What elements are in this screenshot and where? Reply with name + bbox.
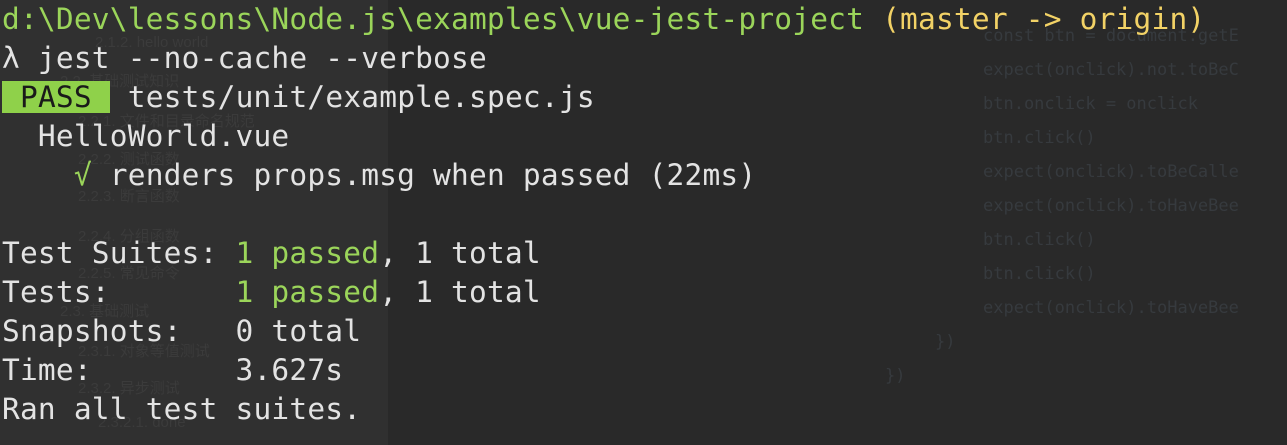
command-line: λ jest --no-cache --verbose [2,41,487,75]
suites-passed: 1 passed [235,236,380,270]
test-file-line: PASS tests/unit/example.spec.js [2,78,595,116]
test-name: renders props.msg when passed (22ms) [91,158,757,192]
summary-time: Time: 3.627s [2,353,344,387]
prompt-path: d:\Dev\lessons\Node.js\examples\vue-jest… [2,2,865,36]
test-file-path: tests/unit/example.spec.js [109,80,595,114]
suite-name: HelloWorld.vue [2,119,290,153]
summary-snapshots: Snapshots: 0 total [2,314,362,348]
summary-tests: Tests: 1 passed, 1 total [2,275,541,309]
git-branch: (master -> origin) [864,2,1206,36]
tests-passed: 1 passed [235,275,380,309]
summary-suites: Test Suites: 1 passed, 1 total [2,236,541,270]
prompt-line: d:\Dev\lessons\Node.js\examples\vue-jest… [2,0,1205,38]
pass-badge: PASS [2,81,110,113]
summary-ran: Ran all test suites. [2,392,362,426]
terminal-window[interactable]: d:\Dev\lessons\Node.js\examples\vue-jest… [0,0,1287,445]
test-result-line: √ renders props.msg when passed (22ms) [2,156,756,194]
check-icon: √ [2,158,92,192]
